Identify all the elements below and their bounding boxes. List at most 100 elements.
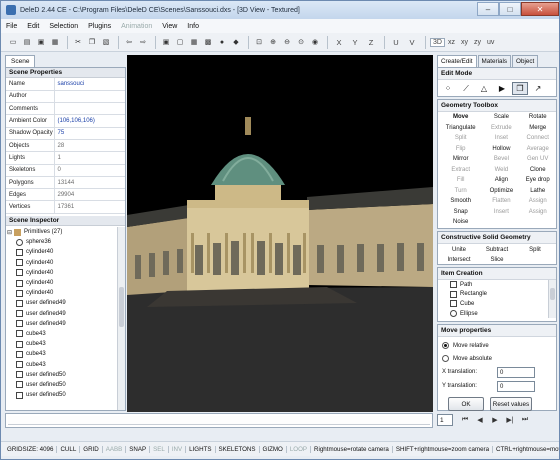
property-value[interactable]: (106,106,106)	[53, 114, 125, 128]
close-button[interactable]: ✕	[521, 2, 559, 16]
grid-icon[interactable]: ▦	[188, 36, 200, 48]
axis-v-button[interactable]: V	[405, 36, 419, 48]
smooth-tool-button[interactable]: Smooth	[438, 196, 483, 207]
align-tool-button[interactable]: Align	[483, 175, 519, 186]
connect-tool-button[interactable]: Connect	[519, 133, 556, 144]
tree-item[interactable]: user defined49	[6, 319, 116, 329]
axis-x-button[interactable]: X	[332, 36, 346, 48]
property-value[interactable]: 28	[53, 139, 125, 153]
hollow-tool-button[interactable]: Hollow	[483, 144, 519, 155]
last-frame-icon[interactable]: ⏭	[519, 414, 531, 426]
tree-item[interactable]: cylinder40	[6, 268, 116, 278]
item-creation-ellipse[interactable]: Ellipse	[450, 309, 556, 318]
weld-tool-button[interactable]: Weld	[483, 165, 519, 176]
tree-item[interactable]: user defined50	[6, 380, 116, 390]
zoom-region-icon[interactable]: ⊙	[295, 36, 307, 48]
tree-item[interactable]: user defined49	[6, 298, 116, 308]
axis-u-button[interactable]: U	[389, 36, 403, 48]
split-button[interactable]: Split	[516, 247, 554, 253]
move-absolute-radio[interactable]: Move absolute	[442, 352, 552, 365]
menu-file[interactable]: File	[1, 23, 22, 30]
next-frame-icon[interactable]: ▶|	[504, 414, 516, 426]
split-tool-button[interactable]: Split	[438, 133, 483, 144]
flatten-tool-button[interactable]: Flatten	[483, 196, 519, 207]
extract-tool-button[interactable]: Extract	[438, 165, 483, 176]
view-zy-button[interactable]: zy	[471, 39, 484, 46]
subtract-button[interactable]: Subtract	[478, 247, 516, 253]
reset-values-button[interactable]: Reset values	[490, 397, 532, 411]
first-frame-icon[interactable]: ⏮	[459, 414, 471, 426]
tree-root[interactable]: ⊟ Primitives (27)	[6, 227, 116, 237]
turn-tool-button[interactable]: Turn	[438, 186, 483, 197]
menu-view[interactable]: View	[157, 23, 182, 30]
select-all-icon[interactable]: ▣	[160, 36, 172, 48]
intersect-button[interactable]: Intersect	[440, 257, 478, 263]
redo-icon[interactable]: ⇨	[137, 36, 149, 48]
ok-button[interactable]: OK	[448, 397, 484, 411]
scale-tool-button[interactable]: Scale	[483, 112, 519, 123]
tree-item[interactable]: user defined50	[6, 370, 116, 380]
gen-uv-tool-button[interactable]: Gen UV	[519, 154, 556, 165]
status-toggle-gizmo[interactable]: GIZMO	[260, 445, 287, 453]
save-file-icon[interactable]: ▣	[35, 36, 47, 48]
optimize-tool-button[interactable]: Optimize	[483, 186, 519, 197]
menu-plugins[interactable]: Plugins	[83, 23, 116, 30]
zoom-out-icon[interactable]: ⊖	[281, 36, 293, 48]
animation-timeline[interactable]	[5, 413, 433, 428]
tree-item[interactable]: user defined50	[6, 390, 116, 400]
view-xy-button[interactable]: xy	[458, 39, 471, 46]
vertex-mode-icon[interactable]: ⁘	[440, 82, 456, 95]
property-value[interactable]: sanssouci	[53, 78, 125, 91]
viewport-3d[interactable]	[127, 55, 433, 412]
edge-mode-icon[interactable]: ⟋	[458, 82, 474, 95]
pick-mode-icon[interactable]: ↗	[530, 82, 546, 95]
inset-tool-button[interactable]: Inset	[483, 133, 519, 144]
paste-icon[interactable]: ▧	[100, 36, 112, 48]
face-mode-icon[interactable]: ▶	[494, 82, 510, 95]
view-xz-button[interactable]: xz	[445, 39, 458, 46]
unite-button[interactable]: Unite	[440, 247, 478, 253]
status-toggle-grid[interactable]: GRID	[80, 445, 103, 453]
tab-create-edit[interactable]: Create/Edit	[437, 55, 477, 67]
copy-icon[interactable]: ❐	[86, 36, 98, 48]
zoom-extents-icon[interactable]: ⊡	[253, 36, 265, 48]
tab-materials[interactable]: Materials	[477, 55, 512, 67]
tree-item[interactable]: cube43	[6, 359, 116, 369]
tab-object[interactable]: Object	[512, 55, 539, 67]
item-creation-rectangle[interactable]: Rectangle	[450, 290, 556, 300]
extrude-tool-button[interactable]: Extrude	[483, 123, 519, 134]
tree-item[interactable]: cube43	[6, 349, 116, 359]
view-3d-button[interactable]: 3D	[430, 37, 445, 47]
snap-tool-button[interactable]: Snap	[438, 207, 483, 218]
fill-tool-button[interactable]: Fill	[438, 175, 483, 186]
status-toggle-inv[interactable]: INV	[169, 445, 187, 453]
timeline-track[interactable]	[8, 416, 430, 425]
menu-info[interactable]: Info	[182, 23, 204, 30]
move-tool-button[interactable]: Move	[438, 112, 483, 123]
object-mode-icon[interactable]: ❐	[512, 82, 528, 95]
rotate-tool-button[interactable]: Rotate	[519, 112, 556, 123]
property-value[interactable]: 75	[53, 127, 125, 140]
lathe-tool-button[interactable]: Lathe	[519, 186, 556, 197]
status-toggle-snap[interactable]: SNAP	[126, 445, 151, 453]
property-value[interactable]: 29904	[53, 188, 125, 202]
texture-icon[interactable]: ▩	[202, 36, 214, 48]
tree-item[interactable]: cube43	[6, 339, 116, 349]
property-value[interactable]: 13144	[53, 176, 125, 190]
tree-item[interactable]: sphere36	[6, 237, 116, 247]
new-file-icon[interactable]: ▭	[7, 36, 19, 48]
tree-item[interactable]: cylinder40	[6, 288, 116, 298]
scrollbar-thumb[interactable]	[119, 287, 124, 327]
status-toggle-loop[interactable]: LOOP	[287, 445, 312, 453]
tree-item[interactable]: cylinder40	[6, 258, 116, 268]
lightbulb-icon[interactable]: ●	[216, 36, 228, 48]
assign-tool-button[interactable]: Assign	[519, 196, 556, 207]
menu-selection[interactable]: Selection	[44, 23, 83, 30]
view-uv-button[interactable]: uv	[484, 39, 497, 46]
slice-button[interactable]: Slice	[478, 257, 516, 263]
polygon-mode-icon[interactable]: △	[476, 82, 492, 95]
tree-item[interactable]: cylinder40	[6, 278, 116, 288]
maximize-button[interactable]: □	[499, 2, 521, 16]
menu-edit[interactable]: Edit	[22, 23, 44, 30]
previous-frame-icon[interactable]: ◀	[474, 414, 486, 426]
